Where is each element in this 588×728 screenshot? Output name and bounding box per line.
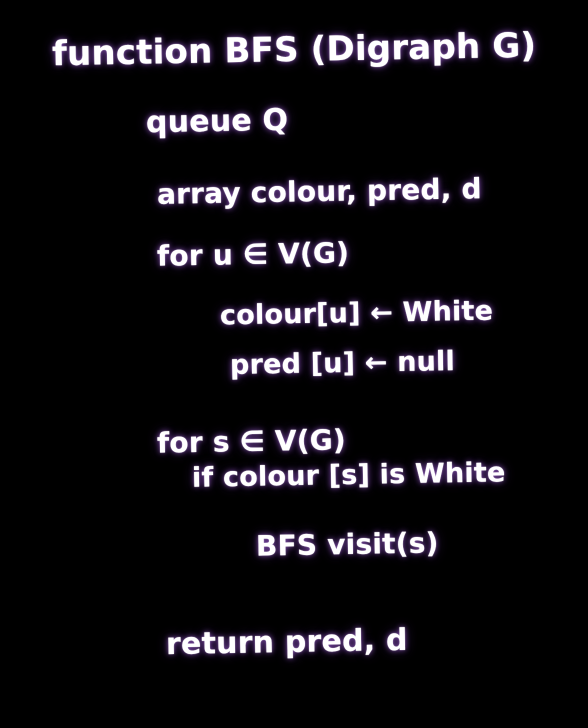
pseudocode-line-for-s-loop: for s ∈ V(G) bbox=[156, 423, 347, 460]
pseudocode-line-colour-assignment: colour[u] ← White bbox=[219, 295, 494, 332]
pseudocode-line-bfs-visit-call: BFS visit(s) bbox=[255, 526, 439, 563]
pseudocode-line-if-condition: if colour [s] is White bbox=[191, 457, 506, 494]
pseudocode-line-return-statement: return pred, d bbox=[165, 622, 408, 663]
pseudocode-line-for-u-loop: for u ∈ V(G) bbox=[156, 236, 350, 273]
blackboard-canvas: function BFS (Digraph G) queue Q array c… bbox=[0, 0, 588, 728]
pseudocode-line-pred-assignment: pred [u] ← null bbox=[229, 346, 456, 381]
pseudocode-line-function-header: function BFS (Digraph G) bbox=[51, 25, 537, 75]
pseudocode-line-array-declaration: array colour, pred, d bbox=[156, 172, 483, 211]
pseudocode-line-queue-declaration: queue Q bbox=[145, 102, 289, 141]
